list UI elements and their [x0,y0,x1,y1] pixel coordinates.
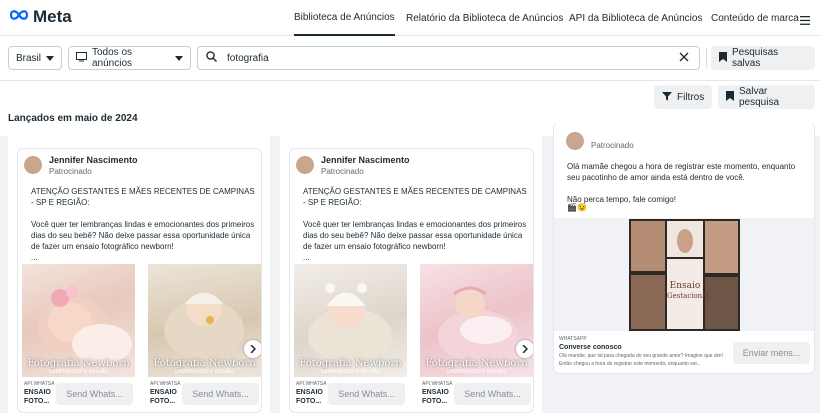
bookmark-icon [719,51,727,65]
send-whatsapp-button[interactable]: Send Whats... [328,383,405,405]
avatar [24,156,42,174]
newborn-photo: Fotografia Newborn CAMPINAS/SP E REGIÃO [148,264,261,377]
nav-ad-library-api[interactable]: API da Biblioteca de Anúncios [569,0,702,36]
cta-title: ENSAIO FOTO... [296,389,323,405]
cta-title: ENSAIO FOTO... [422,389,449,405]
cta-source: API.WHATSA [24,381,55,387]
tile-caption: Fotografia Newborn [299,358,402,369]
ad-card: Jennifer Nascimento Patrocinado ATENÇÃO … [17,148,262,413]
tile-subcaption: CAMPINAS/SP E REGIÃO [48,369,109,375]
ad-type-select[interactable]: Todos os anúncios [68,46,191,70]
divider [706,48,707,68]
chevron-down-icon [175,53,183,64]
chevron-right-icon [250,340,257,358]
save-search-label: Salvar pesquisa [739,86,780,108]
search-input[interactable]: fotografia [197,46,700,70]
advertiser-name[interactable]: Jennifer Nascimento [49,155,138,165]
ad-card: Patrocinado Olá mamãe chegou a hora de r… [553,122,815,374]
newborn-photo: Fotografia Newborn CAMPINAS/SP E REGIÃO [294,264,407,377]
country-select-value: Brasil [16,52,42,64]
avatar [566,132,584,150]
saved-searches-button[interactable]: Pesquisas salvas [711,46,815,70]
save-search-button[interactable]: Salvar pesquisa [718,85,815,109]
search-input-value: fotografia [227,52,269,64]
ad-body-text: Olá mamãe chegou a hora de registrar est… [567,162,796,204]
maternity-poster: Ensaio Gestacional [629,219,740,331]
saved-searches-label: Pesquisas salvas [732,47,779,69]
carousel-tile[interactable]: Fotografia Newborn CAMPINAS/SP E REGIÃO … [420,264,533,412]
send-whatsapp-button[interactable]: Send Whats... [182,383,259,405]
filters-label: Filtros [677,91,705,103]
bookmark-icon [726,90,734,104]
close-icon[interactable] [679,52,689,65]
poster-title-line: Gestacional [667,292,709,300]
cta-title: ENSAIO FOTO... [24,389,51,405]
newborn-photo: Fotografia Newborn CAMPINAS/SP E REGIÃO [420,264,533,377]
cta-description: Olá mamãe, que tal para chegada do seu g… [559,353,723,367]
tile-caption: Fotografia Newborn [27,358,130,369]
sponsored-label: Patrocinado [321,167,364,176]
cta-title: ENSAIO FOTO... [150,389,177,405]
tile-caption: Fotografia Newborn [153,358,256,369]
cta-title: Converse conosco [559,344,622,351]
send-whatsapp-button[interactable]: Send Whats... [454,383,531,405]
send-whatsapp-button[interactable]: Send Whats... [56,383,133,405]
ad-type-select-value: Todos os anúncios [92,47,133,69]
newborn-photo: Fotografia Newborn CAMPINAS/SP E REGIÃO [22,264,135,377]
meta-infinity-icon [8,8,30,26]
tile-caption: Fotografia Newborn [425,358,528,369]
country-select[interactable]: Brasil [8,46,62,70]
tile-subcaption: CAMPINAS/SP E REGIÃO [320,369,381,375]
cta-source: API.WHATSA [150,381,181,387]
poster-image-area: Ensaio Gestacional [554,218,814,331]
carousel-tile[interactable]: Fotografia Newborn CAMPINAS/SP E REGIÃO … [22,264,135,412]
poster-title-line: Ensaio [669,281,701,291]
ad-body-text: ATENÇÃO GESTANTES E MÃES RECENTES DE CAM… [31,187,255,262]
avatar [296,156,314,174]
poster-title: Ensaio Gestacional [667,281,709,301]
nav-ad-library-report[interactable]: Relatório da Biblioteca de Anúncios [406,0,563,36]
ad-card: Jennifer Nascimento Patrocinado ATENÇÃO … [289,148,534,413]
advertiser-name[interactable]: Jennifer Nascimento [321,155,410,165]
tile-subcaption: CAMPINAS/SP E REGIÃO [174,369,235,375]
meta-logo-text: Meta [33,7,72,26]
cta-source: WHATSAPP [559,336,587,342]
carousel-tile[interactable]: Fotografia Newborn CAMPINAS/SP E REGIÃO … [148,264,261,412]
send-message-button[interactable]: Enviar mens... [733,342,810,364]
section-title: Lançados em maio de 2024 [8,113,138,124]
nav-ad-library[interactable]: Biblioteca de Anúncios [294,0,395,36]
chevron-right-icon [522,340,529,358]
emoji-icons: 🎬😉 [567,203,587,212]
nav-branded-content[interactable]: Conteúdo de marca [711,0,799,36]
carousel-next-button[interactable] [244,340,261,358]
filters-button[interactable]: Filtros [654,85,712,109]
ad-body-text: ATENÇÃO GESTANTES E MÃES RECENTES DE CAM… [303,187,527,262]
monitor-icon [76,51,87,65]
tile-subcaption: CAMPINAS/SP E REGIÃO [446,369,507,375]
carousel-next-button[interactable] [516,340,533,358]
filter-icon [662,91,672,104]
hamburger-menu-icon[interactable] [800,12,810,30]
meta-logo[interactable]: Meta [8,7,72,27]
cta-source: API.WHATSA [422,381,453,387]
top-navigation-bar: Meta Biblioteca de Anúncios Relatório da… [0,0,820,36]
chevron-down-icon [46,53,55,64]
sponsored-label: Patrocinado [49,167,92,176]
sponsored-label: Patrocinado [591,141,634,150]
carousel-tile[interactable]: Fotografia Newborn CAMPINAS/SP E REGIÃO … [294,264,407,412]
search-icon [206,51,217,65]
divider [0,80,820,81]
cta-source: API.WHATSA [296,381,327,387]
